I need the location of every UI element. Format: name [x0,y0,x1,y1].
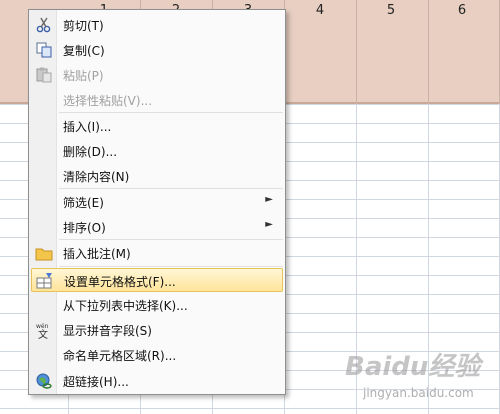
menu-item-pick-from-dropdown[interactable]: 从下拉列表中选择(K)... [31,293,283,317]
menu-item-label: 设置单元格格式(F)... [64,275,176,289]
menu-item-label: 删除(D)... [63,145,118,159]
submenu-arrow-icon: ► [265,219,273,230]
menu-item-filter[interactable]: 筛选(E) ► [31,190,283,214]
menu-item-define-name[interactable]: 命名单元格区域(R)... [31,343,283,367]
menu-item-label: 选择性粘贴(V)... [63,94,153,108]
menu-item-sort[interactable]: 排序(O) ► [31,215,283,239]
baidu-watermark: Baidu经验 jingyan.baidu.com [345,342,495,412]
menu-item-insert-comment[interactable]: 插入批注(M) [31,241,283,265]
column-number: 6 [457,3,467,18]
menu-item-cut[interactable]: 剪切(T) [31,13,283,37]
menu-item-label: 显示拼音字段(S) [63,324,152,338]
menu-item-label: 插入批注(M) [63,247,131,261]
menu-item-label: 粘贴(P) [63,69,104,83]
menu-item-label: 排序(O) [63,221,106,235]
menu-item-insert[interactable]: 插入(I)... [31,114,283,138]
menu-item-label: 剪切(T) [63,19,104,33]
menu-item-hyperlink[interactable]: 超链接(H)... [31,369,283,393]
menu-item-show-pinyin[interactable]: wén 文 显示拼音字段(S) [31,318,283,342]
menu-item-delete[interactable]: 删除(D)... [31,139,283,163]
menu-item-label: 超链接(H)... [63,375,129,389]
watermark-brand: Baidu经验 [345,352,481,382]
menu-separator [59,112,283,113]
menu-item-format-cells[interactable]: 设置单元格格式(F)... [31,268,283,292]
watermark-url: jingyan.baidu.com [363,386,474,400]
context-menu: 剪切(T) 复制(C) 粘贴(P) 选择性粘贴(V)... 插入(I)... 删除(D).… [28,9,286,395]
submenu-arrow-icon: ► [265,194,273,205]
menu-separator [59,239,283,240]
band-divider [428,0,429,104]
band-divider [356,0,357,104]
menu-separator [59,266,283,267]
menu-item-label: 复制(C) [63,44,105,58]
menu-item-paste: 粘贴(P) [31,63,283,87]
menu-item-label: 插入(I)... [63,120,112,134]
svg-text:文: 文 [38,328,48,339]
menu-item-clear-contents[interactable]: 清除内容(N) [31,164,283,188]
menu-item-label: 清除内容(N) [63,170,130,184]
column-number: 4 [315,3,325,18]
menu-item-label: 筛选(E) [63,196,104,210]
menu-item-copy[interactable]: 复制(C) [31,38,283,62]
menu-item-label: 从下拉列表中选择(K)... [63,299,188,313]
menu-separator [59,188,283,189]
svg-text:wén: wén [36,323,49,330]
menu-item-paste-special: 选择性粘贴(V)... [31,88,283,112]
menu-item-label: 命名单元格区域(R)... [63,349,177,363]
column-number: 5 [386,3,396,18]
